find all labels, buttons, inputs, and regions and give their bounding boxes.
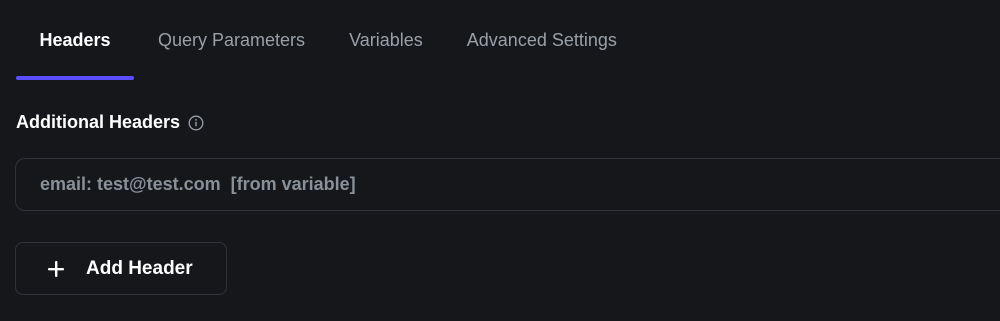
tab-query-parameters[interactable]: Query Parameters (138, 0, 325, 80)
tab-advanced-settings[interactable]: Advanced Settings (447, 0, 637, 80)
tab-variables[interactable]: Variables (329, 0, 443, 80)
info-icon[interactable] (188, 115, 204, 131)
section-title: Additional Headers (16, 112, 181, 132)
add-header-label: Add Header (86, 257, 193, 279)
header-input-field[interactable] (15, 158, 1000, 211)
tab-headers[interactable]: Headers (16, 0, 134, 80)
plus-icon (46, 259, 66, 279)
headers-panel: Headers Query Parameters Variables Advan… (0, 0, 1000, 321)
tab-bar: Headers Query Parameters Variables Advan… (16, 0, 641, 80)
additional-headers-heading: Additional Headers (16, 112, 204, 133)
header-input[interactable] (38, 173, 1000, 196)
add-header-button[interactable]: Add Header (15, 242, 227, 295)
